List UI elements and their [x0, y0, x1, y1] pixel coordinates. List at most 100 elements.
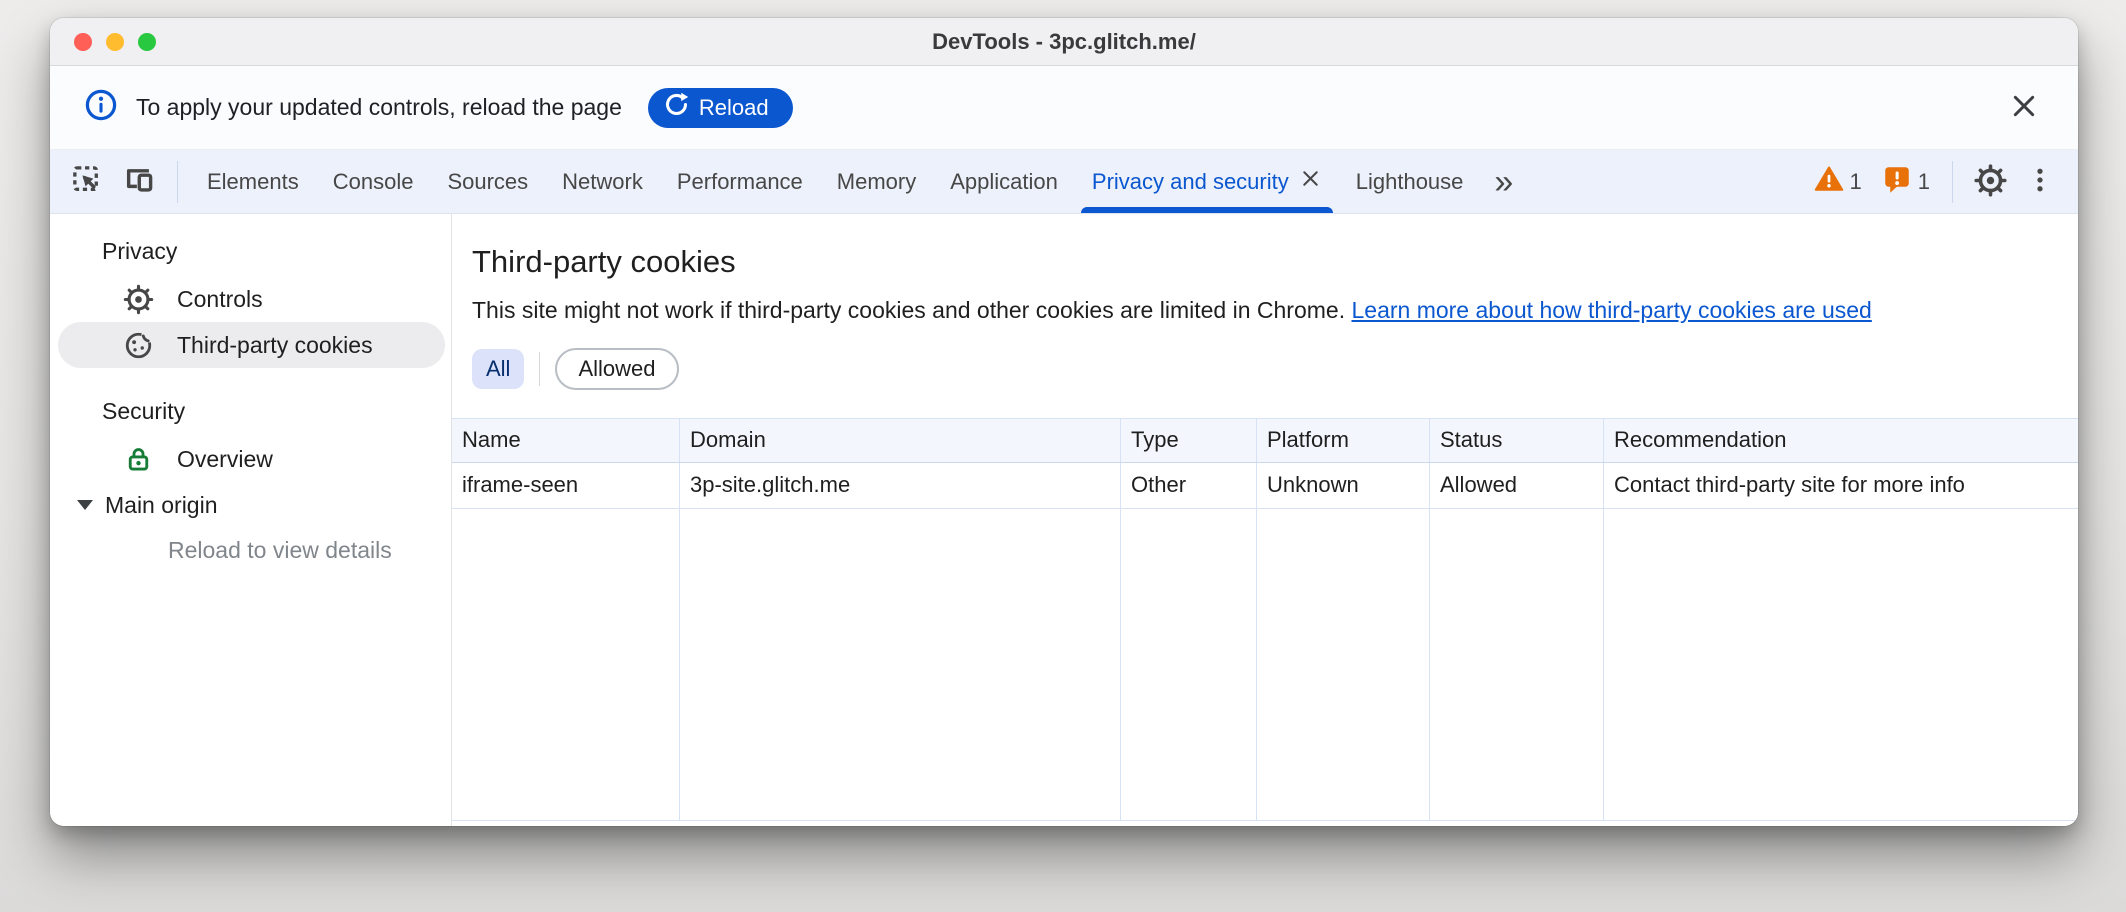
cookies-table: NameDomainTypePlatformStatusRecommendati…	[452, 418, 2078, 821]
tab-console[interactable]: Console	[316, 150, 431, 213]
tab-privacy-and-security[interactable]: Privacy and security	[1075, 150, 1339, 213]
traffic-lights	[74, 33, 156, 51]
device-toolbar-icon	[122, 163, 156, 200]
close-icon	[2008, 90, 2040, 125]
more-tabs-button[interactable]: »	[1480, 165, 1527, 199]
toolbar-divider	[177, 161, 178, 203]
filler-cell	[1430, 509, 1604, 820]
tab-performance[interactable]: Performance	[660, 150, 820, 213]
panel-content: Privacy Controls Third-party cookies Sec…	[50, 214, 2078, 826]
warnings-counter[interactable]: 1	[1804, 164, 1872, 200]
warning-count: 1	[1850, 169, 1862, 195]
cell-domain: 3p-site.glitch.me	[680, 463, 1121, 508]
warning-triangle-icon	[1814, 164, 1844, 200]
reload-button[interactable]: Reload	[648, 88, 793, 128]
tab-label: Memory	[837, 169, 916, 195]
tab-close-icon[interactable]	[1299, 167, 1322, 196]
double-chevron-right-icon: »	[1494, 163, 1513, 201]
sidebar-item-third-party-cookies[interactable]: Third-party cookies	[58, 322, 445, 368]
privacy-security-sidebar: Privacy Controls Third-party cookies Sec…	[50, 214, 452, 826]
cell-status: Allowed	[1430, 463, 1604, 508]
filler-cell	[452, 509, 680, 820]
filler-cell	[1257, 509, 1430, 820]
tab-network[interactable]: Network	[545, 150, 660, 213]
description-text: This site might not work if third-party …	[472, 297, 1345, 323]
column-header-domain[interactable]: Domain	[680, 419, 1121, 462]
column-header-name[interactable]: Name	[452, 419, 680, 462]
cell-recommendation: Contact third-party site for more info	[1604, 463, 2078, 508]
gear-icon	[123, 284, 154, 315]
sidebar-item-label: Overview	[177, 446, 273, 473]
inspect-element-button[interactable]	[62, 164, 113, 200]
panel-toolbar: ElementsConsole Sources Network Performance…	[50, 150, 2078, 214]
info-icon	[84, 88, 118, 127]
sidebar-item-controls[interactable]: Controls	[58, 276, 445, 322]
lock-icon	[123, 444, 154, 475]
infobar-message: To apply your updated controls, reload t…	[136, 94, 622, 121]
table-body: iframe-seen3p-site.glitch.meOtherUnknown…	[452, 463, 2078, 509]
sidebar-item-label: Main origin	[105, 492, 218, 519]
tab-label: Privacy and security	[1092, 169, 1289, 195]
filler-cell	[1604, 509, 2078, 820]
tab-label: Performance	[677, 169, 803, 195]
gear-icon	[1974, 164, 2007, 200]
infobar-close-button[interactable]	[2008, 90, 2040, 125]
table-row[interactable]: iframe-seen3p-site.glitch.meOtherUnknown…	[452, 463, 2078, 509]
toolbar-divider	[1952, 161, 1953, 203]
settings-button[interactable]	[1965, 164, 2016, 200]
table-header-row: NameDomainTypePlatformStatusRecommendati…	[452, 419, 2078, 463]
reload-button-label: Reload	[699, 95, 769, 121]
page-description: This site might not work if third-party …	[472, 297, 2058, 324]
filter-all-chip[interactable]: All	[472, 349, 524, 389]
table-filler	[452, 509, 2078, 820]
learn-more-link[interactable]: Learn more about how third-party cookies…	[1351, 297, 1871, 323]
sidebar-item-main-origin[interactable]: Main origin	[50, 482, 451, 528]
titlebar: DevTools - 3pc.glitch.me/	[50, 18, 2078, 66]
tab-label: Lighthouse	[1356, 169, 1464, 195]
reload-infobar: To apply your updated controls, reload t…	[50, 66, 2078, 150]
filler-cell	[680, 509, 1121, 820]
tab-elements[interactable]: Elements	[190, 150, 316, 213]
minimize-window-button[interactable]	[106, 33, 124, 51]
tab-lighthouse[interactable]: Lighthouse	[1339, 150, 1481, 213]
column-header-recommendation[interactable]: Recommendation	[1604, 419, 2078, 462]
tab-label: Network	[562, 169, 643, 195]
sidebar-section-security: Security	[50, 394, 451, 428]
tab-memory[interactable]: Memory	[820, 150, 933, 213]
toolbar-right-cluster: 1 1	[1804, 161, 2065, 203]
window-title: DevTools - 3pc.glitch.me/	[932, 29, 1196, 55]
sidebar-item-overview[interactable]: Overview	[58, 436, 445, 482]
cookie-icon	[123, 330, 154, 361]
cell-name: iframe-seen	[452, 463, 680, 508]
issue-count: 1	[1918, 169, 1930, 195]
zoom-window-button[interactable]	[138, 33, 156, 51]
triangle-down-icon	[77, 500, 93, 510]
inspect-cursor-icon	[71, 164, 104, 200]
page-title: Third-party cookies	[472, 244, 2078, 280]
chip-divider	[539, 352, 540, 386]
column-header-status[interactable]: Status	[1430, 419, 1604, 462]
close-window-button[interactable]	[74, 33, 92, 51]
sidebar-section-privacy: Privacy	[50, 234, 451, 268]
tab-label: Sources	[447, 169, 528, 195]
kebab-menu-icon	[2025, 165, 2055, 198]
device-toolbar-button[interactable]	[113, 163, 165, 200]
sidebar-item-label: Third-party cookies	[177, 332, 373, 359]
selected-tab-indicator	[1081, 207, 1333, 213]
issues-counter[interactable]: 1	[1872, 164, 1940, 200]
cell-type: Other	[1121, 463, 1257, 508]
filter-chips: All Allowed	[472, 348, 2078, 390]
column-header-platform[interactable]: Platform	[1257, 419, 1430, 462]
tab-application[interactable]: Application	[933, 150, 1075, 213]
panel-tabs: ElementsConsole Sources Network Performance…	[190, 150, 1480, 213]
tab-sources[interactable]: Sources	[430, 150, 545, 213]
cell-platform: Unknown	[1257, 463, 1430, 508]
issues-bubble-icon	[1882, 164, 1912, 200]
filter-allowed-chip[interactable]: Allowed	[555, 348, 678, 390]
sidebar-item-label: Controls	[177, 286, 263, 313]
more-options-button[interactable]	[2016, 165, 2064, 198]
column-header-type[interactable]: Type	[1121, 419, 1257, 462]
reload-to-view-note: Reload to view details	[50, 528, 451, 572]
reload-icon	[663, 91, 690, 124]
devtools-window: DevTools - 3pc.glitch.me/ To apply your …	[50, 18, 2078, 826]
